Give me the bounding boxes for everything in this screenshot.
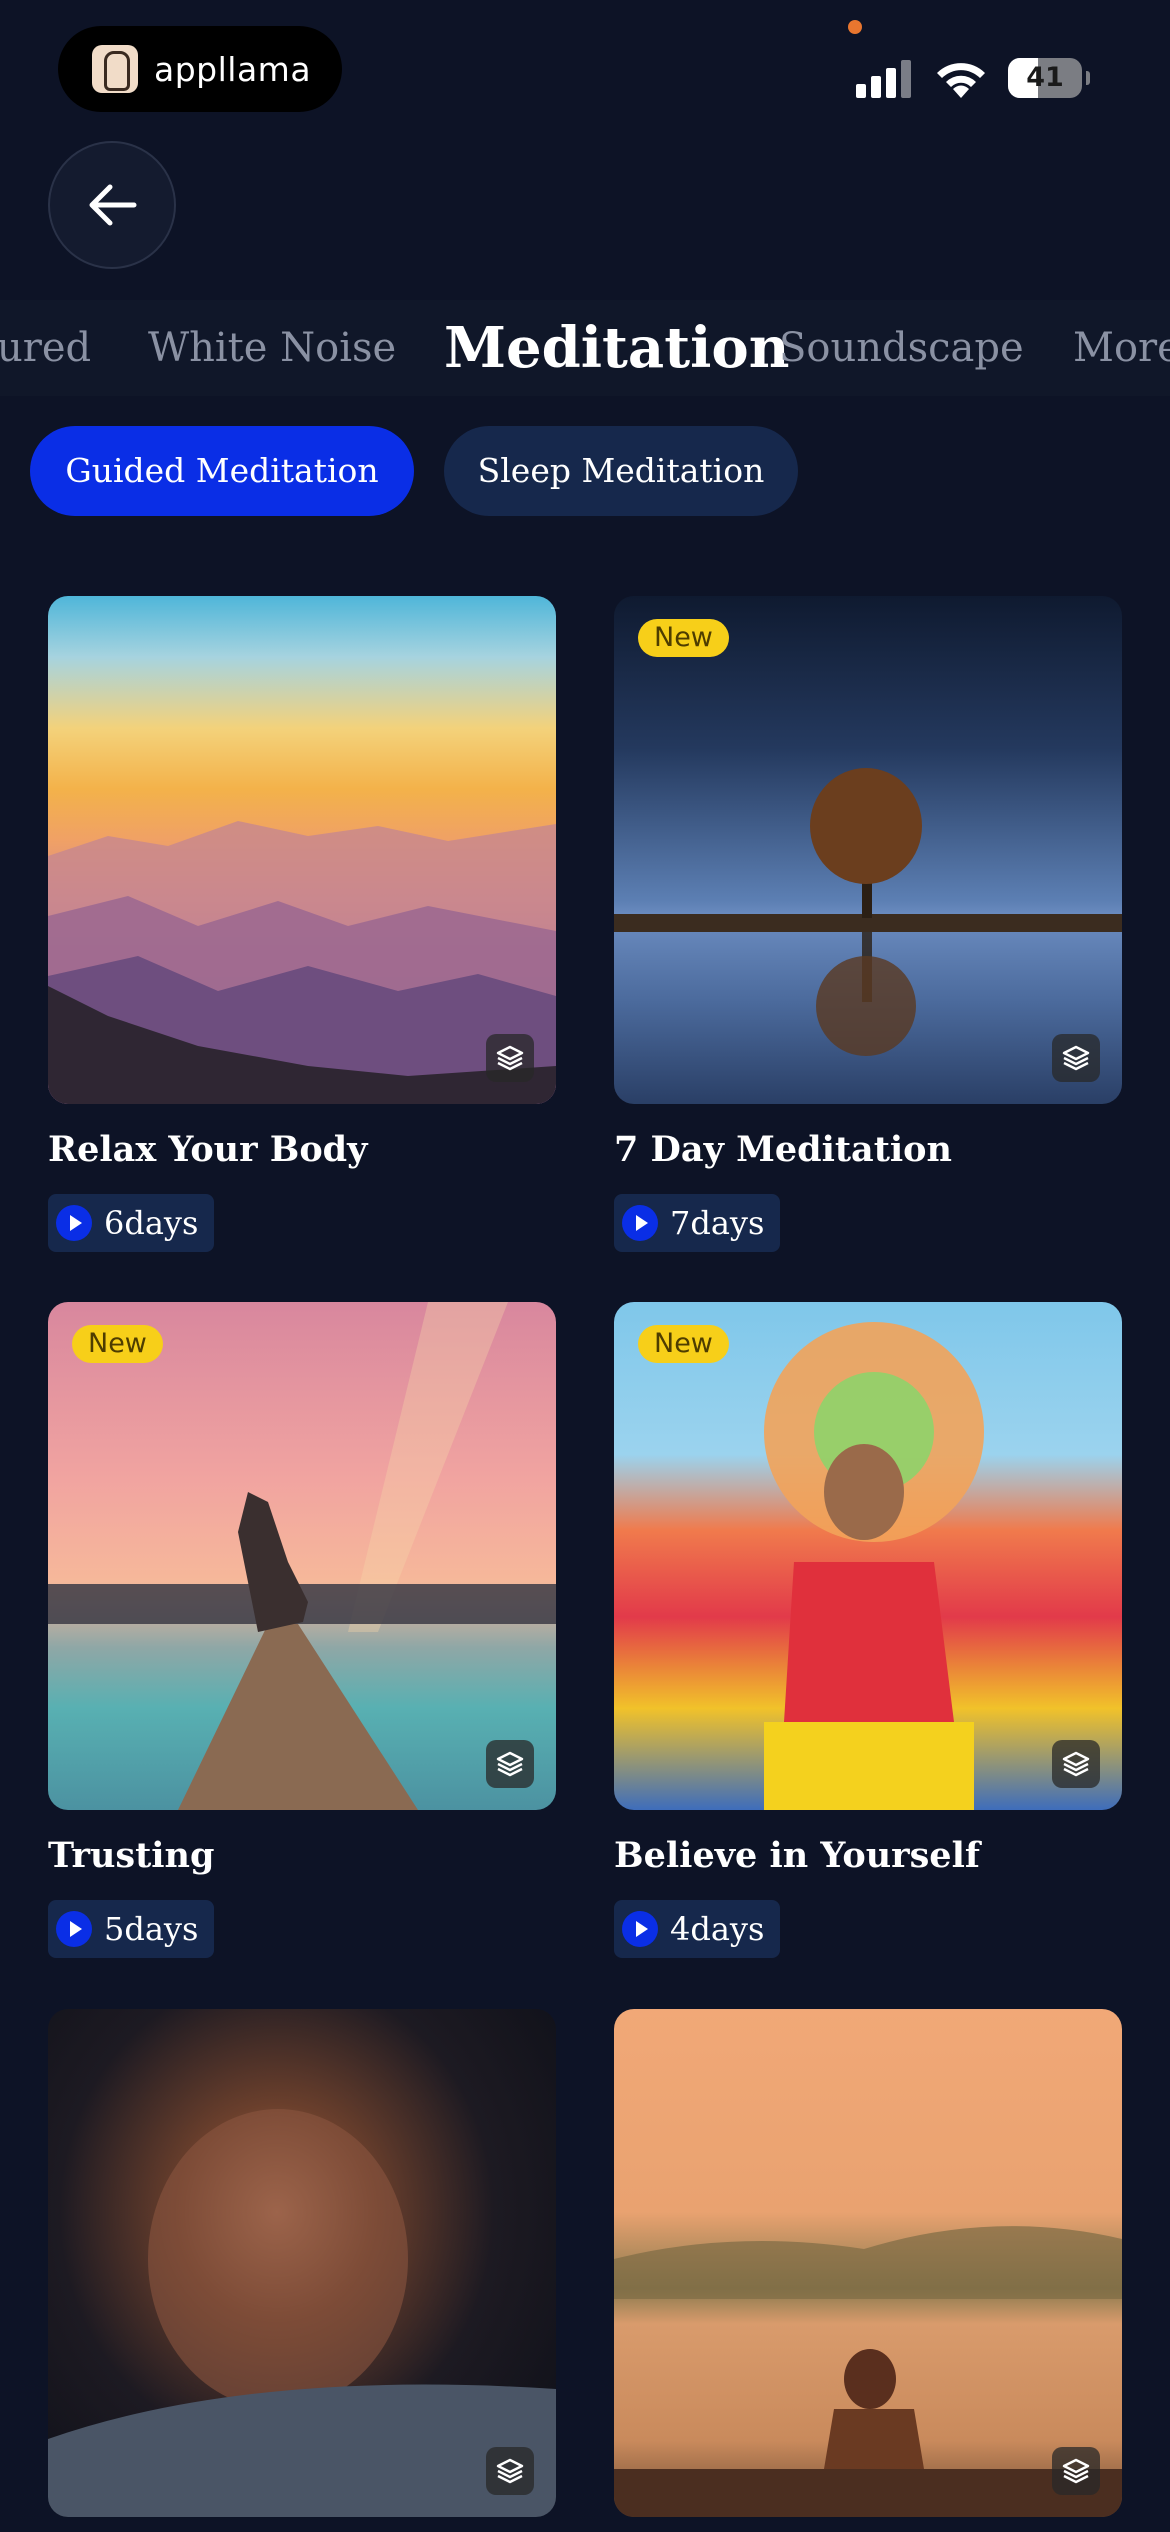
card-image[interactable]: New [48, 1302, 556, 1810]
new-badge: New [72, 1325, 163, 1363]
duration-text: 5days [104, 1910, 199, 1948]
wifi-icon [937, 63, 985, 98]
battery-icon: 41 [1008, 58, 1082, 98]
chip-sleep-meditation[interactable]: Sleep Meditation [444, 426, 798, 516]
layers-icon [1052, 1034, 1100, 1082]
duration-pill[interactable]: 6days [48, 1194, 215, 1252]
card-image[interactable]: New [614, 596, 1122, 1104]
card-title: Trusting [48, 1835, 215, 1876]
card-image[interactable]: New [614, 1302, 1122, 1810]
duration-text: 4days [670, 1910, 765, 1948]
status-bar: appllama 41 [0, 0, 1170, 130]
duration-pill[interactable]: 7days [614, 1194, 781, 1252]
lake-guitarist-image [614, 2009, 1122, 2517]
category-tabs: ured White Noise Meditation Soundscape M… [0, 300, 1170, 396]
battery-nub [1086, 71, 1090, 85]
program-card[interactable]: New Believe in Yourself 4days [614, 1302, 1122, 1958]
tab-white-noise[interactable]: White Noise [148, 300, 396, 396]
new-badge: New [638, 1325, 729, 1363]
layers-icon [486, 1034, 534, 1082]
festival-dancer-image [614, 1302, 1122, 1810]
program-card[interactable] [48, 2009, 556, 2517]
card-image[interactable] [48, 596, 556, 1104]
battery-level-text: 41 [1026, 62, 1064, 93]
duration-text: 7days [670, 1204, 765, 1242]
duration-pill[interactable]: 4days [614, 1900, 781, 1958]
brand-pill: appllama [58, 26, 342, 112]
llama-logo-icon [92, 45, 138, 93]
duration-pill[interactable]: 5days [48, 1900, 215, 1958]
battery-indicator: 41 [1008, 58, 1090, 98]
cellular-signal-icon [856, 58, 914, 98]
play-icon [622, 1205, 658, 1241]
card-title: 7 Day Meditation [614, 1129, 952, 1170]
sleeping-woman-image [48, 2009, 556, 2517]
program-card[interactable]: New 7 Day Meditation 7days [614, 596, 1122, 1252]
layers-icon [1052, 2447, 1100, 2495]
tab-more[interactable]: More [1073, 300, 1170, 396]
layers-icon [486, 1740, 534, 1788]
tree-reflection-image [614, 596, 1122, 1104]
tab-meditation[interactable]: Meditation [444, 300, 789, 396]
tab-soundscape[interactable]: Soundscape [779, 300, 1024, 396]
brand-name: appllama [154, 49, 312, 89]
play-icon [622, 1911, 658, 1947]
layers-icon [1052, 1740, 1100, 1788]
program-card[interactable]: New Trusting 5days [48, 1302, 556, 1958]
duration-text: 6days [104, 1204, 199, 1242]
card-title: Believe in Yourself [614, 1835, 980, 1876]
play-icon [56, 1911, 92, 1947]
layers-icon [486, 2447, 534, 2495]
dancer-on-pier-image [48, 1302, 556, 1810]
program-card[interactable]: Relax Your Body 6days [48, 596, 556, 1252]
mountain-sunset-image [48, 596, 556, 1104]
card-image[interactable] [48, 2009, 556, 2517]
new-badge: New [638, 619, 729, 657]
privacy-indicator-dot [848, 20, 862, 34]
card-image[interactable] [614, 2009, 1122, 2517]
program-card[interactable] [614, 2009, 1122, 2517]
play-icon [56, 1205, 92, 1241]
tab-featured[interactable]: ured [0, 300, 91, 396]
back-button[interactable] [48, 141, 176, 269]
chip-guided-meditation[interactable]: Guided Meditation [30, 426, 414, 516]
meditation-screen: appllama 41 ured White Noise Meditation … [0, 0, 1170, 2532]
card-title: Relax Your Body [48, 1129, 368, 1170]
arrow-left-icon [89, 184, 137, 226]
